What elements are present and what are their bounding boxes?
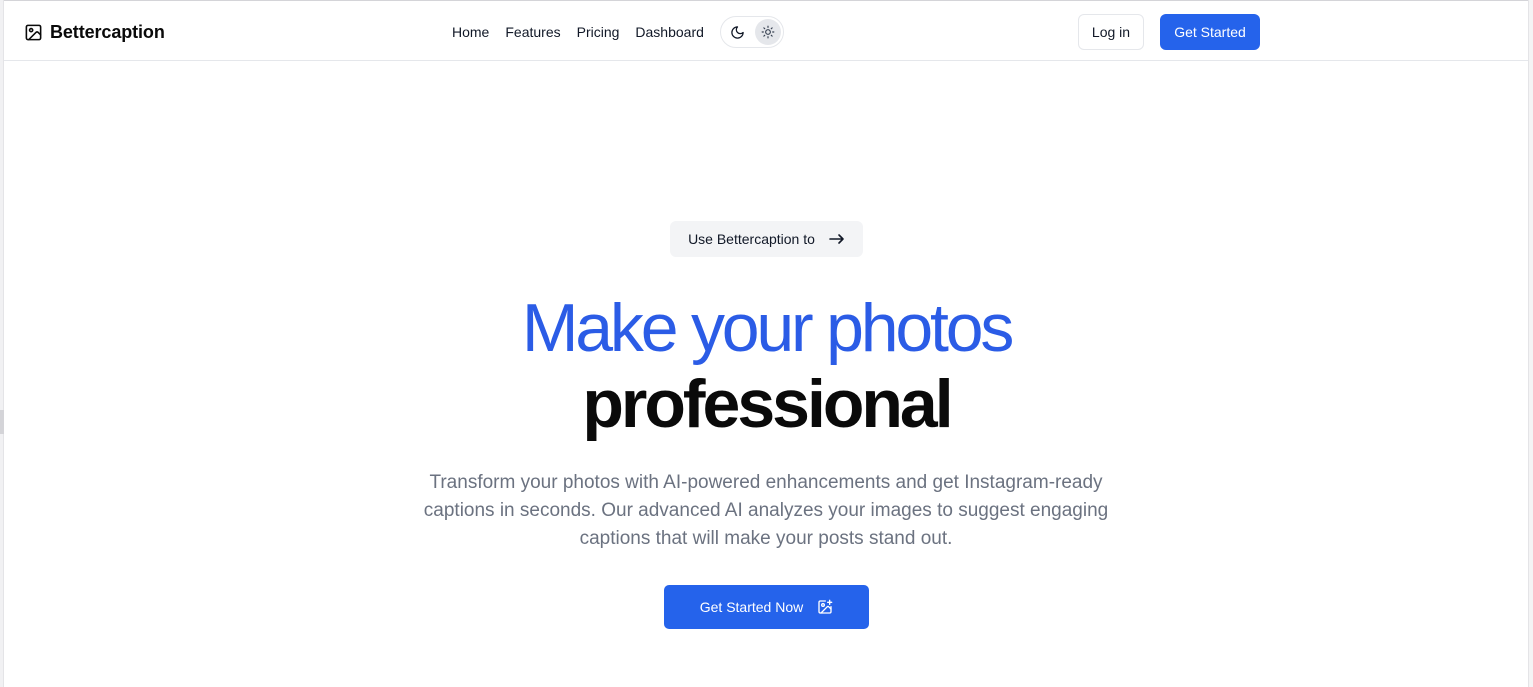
headline-line-1: Make your photos [521, 290, 1015, 366]
main-nav: Home Features Pricing Dashboard [452, 16, 784, 48]
hero-description: Transform your photos with AI-powered en… [423, 472, 1109, 549]
brand-name: Bettercaption [50, 21, 165, 42]
site-header: Bettercaption Home Features Pricing Dash… [4, 4, 1528, 61]
nav-pricing[interactable]: Pricing [569, 16, 628, 48]
sun-icon[interactable] [754, 19, 781, 45]
cta-label: Get Started Now [699, 599, 804, 615]
arrow-right-icon [829, 233, 845, 245]
nav-home[interactable]: Home [452, 16, 497, 48]
pill-label: Use Bettercaption to [688, 231, 815, 247]
image-plus-icon [817, 599, 833, 615]
login-button[interactable]: Log in [1078, 14, 1144, 50]
hero-headline: Make your photos professional [0, 290, 1533, 442]
moon-icon[interactable] [725, 19, 751, 45]
brand-logo[interactable]: Bettercaption [24, 20, 165, 44]
image-icon [24, 23, 43, 42]
headline-line-2: professional [582, 366, 953, 442]
get-started-now-button[interactable]: Get Started Now [664, 585, 869, 629]
use-case-pill[interactable]: Use Bettercaption to [670, 221, 863, 257]
theme-toggle [719, 16, 784, 48]
nav-features[interactable]: Features [497, 16, 568, 48]
nav-dashboard[interactable]: Dashboard [627, 16, 712, 48]
get-started-button[interactable]: Get Started [1160, 14, 1260, 50]
